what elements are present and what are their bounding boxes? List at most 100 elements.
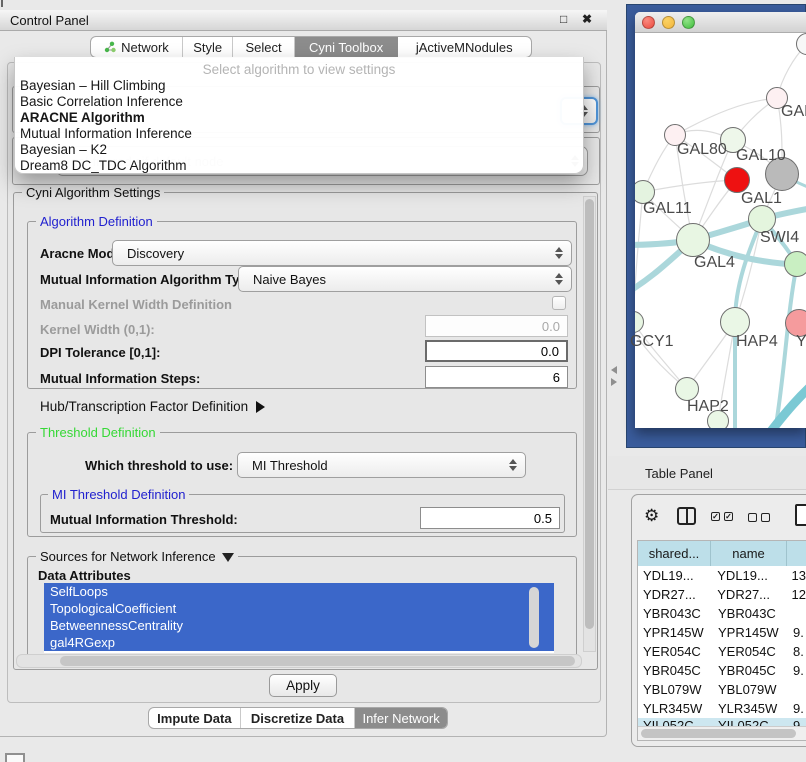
column-header-name[interactable]: name xyxy=(711,541,787,566)
table-row[interactable]: YLR345WYLR345W9. xyxy=(638,699,806,718)
list-item[interactable]: gal4RGexp xyxy=(44,634,554,651)
popup-item[interactable]: Mutual Information Inference xyxy=(20,126,192,141)
screen: Control Panel □ ✖ Network Style Select C… xyxy=(0,0,806,762)
sources-toggle[interactable]: Sources for Network Inference xyxy=(36,550,238,563)
unchecked-boxes-icon[interactable] xyxy=(748,513,770,522)
manual-kernel-width-label: Manual Kernel Width Definition xyxy=(40,297,232,312)
table-row[interactable]: YBR045CYBR045C9. xyxy=(638,661,806,680)
bottom-tabbar: Impute Data Discretize Data Infer Networ… xyxy=(148,707,448,729)
network-node-label: GAL4 xyxy=(694,254,735,272)
table-row[interactable]: YDR27...YDR27...12 xyxy=(638,585,806,604)
zoom-window-icon[interactable] xyxy=(682,16,695,29)
close-panel-icon[interactable]: ✖ xyxy=(582,12,592,26)
document-icon[interactable] xyxy=(795,504,806,526)
network-node-label: SWI4 xyxy=(760,229,799,247)
node-table: shared... name YDL19...YDL19...13YDR27..… xyxy=(637,540,806,741)
table-cell: YPR145W xyxy=(711,625,787,640)
tab-discretize-data[interactable]: Discretize Data xyxy=(241,708,355,728)
table-cell: YBR043C xyxy=(638,606,711,621)
table-header-row: shared... name xyxy=(638,541,806,566)
network-node-label: Y xyxy=(796,333,806,351)
mi-algorithm-type-combobox[interactable]: Naive Bayes xyxy=(238,266,572,292)
gear-icon[interactable]: ⚙ xyxy=(644,506,659,526)
minimize-window-icon[interactable] xyxy=(662,16,675,29)
table-cell: 9. xyxy=(787,701,804,716)
network-node[interactable] xyxy=(784,251,806,277)
tab-style[interactable]: Style xyxy=(183,37,233,57)
hub-definition-toggle[interactable]: Hub/Transcription Factor Definition xyxy=(40,399,265,414)
algorithm-popup: Select algorithm to view settings Bayesi… xyxy=(14,57,584,174)
table-cell: YDL19... xyxy=(638,568,710,583)
kernel-width-field[interactable]: 0.0 xyxy=(425,315,568,337)
network-window-titlebar[interactable] xyxy=(635,12,806,33)
table-horizontal-scrollbar[interactable] xyxy=(638,726,806,740)
columns-icon[interactable] xyxy=(677,507,696,525)
table-panel-title: Table Panel xyxy=(645,466,713,481)
floating-panel-partial-icon[interactable] xyxy=(5,753,25,762)
tab-jactivemnodules[interactable]: jActiveMNodules xyxy=(398,37,531,57)
float-panel-icon[interactable]: □ xyxy=(560,12,567,26)
network-node[interactable] xyxy=(676,223,710,257)
table-cell: 8. xyxy=(787,644,804,659)
settings-horizontal-scrollbar-thumb[interactable] xyxy=(60,656,575,666)
column-header-partial[interactable] xyxy=(787,541,806,566)
table-cell: YBR043C xyxy=(711,606,787,621)
table-horizontal-scrollbar-thumb[interactable] xyxy=(641,729,796,738)
mi-threshold-label: Mutual Information Threshold: xyxy=(50,512,238,527)
mi-threshold-field[interactable]: 0.5 xyxy=(420,507,560,529)
checked-boxes-icon[interactable]: ✓✓ xyxy=(711,512,733,521)
list-item[interactable]: TopologicalCoefficient xyxy=(44,600,554,617)
list-item[interactable]: SelfLoops xyxy=(44,583,554,600)
mi-steps-field[interactable]: 6 xyxy=(425,366,568,388)
network-node-label: HAP2 xyxy=(687,398,729,416)
network-tab-icon xyxy=(104,41,116,53)
manual-kernel-width-checkbox[interactable] xyxy=(552,296,566,310)
table-cell: YBR045C xyxy=(711,663,787,678)
network-node-label: GAL10 xyxy=(736,147,786,165)
control-panel-title: Control Panel xyxy=(10,13,89,28)
mi-threshold-definition-title: MI Threshold Definition xyxy=(48,488,189,501)
tab-impute-data[interactable]: Impute Data xyxy=(149,708,241,728)
network-node-label: GAL80 xyxy=(677,141,727,159)
table-cell: YBR045C xyxy=(638,663,711,678)
dpi-tolerance-field[interactable]: 0.0 xyxy=(425,340,568,362)
tab-infer-network[interactable]: Infer Network xyxy=(355,708,447,728)
table-cell: YLR345W xyxy=(711,701,787,716)
network-node-label: GAL xyxy=(781,103,806,121)
popup-item[interactable]: Bayesian – Hill Climbing xyxy=(20,78,166,93)
network-node-label: HAP4 xyxy=(736,333,778,351)
network-node-label: GAL1 xyxy=(741,190,782,208)
popup-item[interactable]: ARACNE Algorithm xyxy=(20,110,145,125)
table-rows: YDL19...YDL19...13YDR27...YDR27...12YBR0… xyxy=(638,566,806,718)
table-row[interactable]: YBR043CYBR043C xyxy=(638,604,806,623)
table-row[interactable]: YDL19...YDL19...13 xyxy=(638,566,806,585)
table-cell: YDR27... xyxy=(638,587,710,602)
tab-select[interactable]: Select xyxy=(233,37,294,57)
splitter-collapse-left-icon[interactable] xyxy=(611,366,617,374)
table-row[interactable]: YER054CYER054C8. xyxy=(638,642,806,661)
close-window-icon[interactable] xyxy=(642,16,655,29)
table-row[interactable]: YBL079WYBL079W xyxy=(638,680,806,699)
network-node-label: GAL11 xyxy=(643,200,692,218)
popup-item[interactable]: Dream8 DC_TDC Algorithm xyxy=(20,158,187,173)
settings-vertical-scrollbar-thumb[interactable] xyxy=(585,199,594,629)
algorithm-definition-title: Algorithm Definition xyxy=(36,215,157,228)
popup-item[interactable]: Basic Correlation Inference xyxy=(20,94,183,109)
tab-cyni-toolbox[interactable]: Cyni Toolbox xyxy=(295,37,398,57)
control-panel-header[interactable] xyxy=(0,10,607,31)
aracne-mode-combobox[interactable]: Discovery xyxy=(112,240,572,266)
popup-item[interactable]: Bayesian – K2 xyxy=(20,142,107,157)
which-threshold-combobox[interactable]: MI Threshold xyxy=(237,452,526,478)
tab-network[interactable]: Network xyxy=(91,37,183,57)
list-item[interactable]: BetweennessCentrality xyxy=(44,617,554,634)
table-cell: 9. xyxy=(787,663,804,678)
cyni-algorithm-settings-title: Cyni Algorithm Settings xyxy=(22,186,164,199)
threshold-definition-title: Threshold Definition xyxy=(36,426,160,439)
popup-prompt: Select algorithm to view settings xyxy=(15,62,583,77)
apply-button[interactable]: Apply xyxy=(269,674,337,697)
column-header-shared[interactable]: shared... xyxy=(638,541,711,566)
table-cell: YER054C xyxy=(638,644,711,659)
attributes-scrollbar-thumb[interactable] xyxy=(529,587,539,648)
table-row[interactable]: YPR145WYPR145W9. xyxy=(638,623,806,642)
splitter-collapse-right-icon[interactable] xyxy=(611,378,617,386)
